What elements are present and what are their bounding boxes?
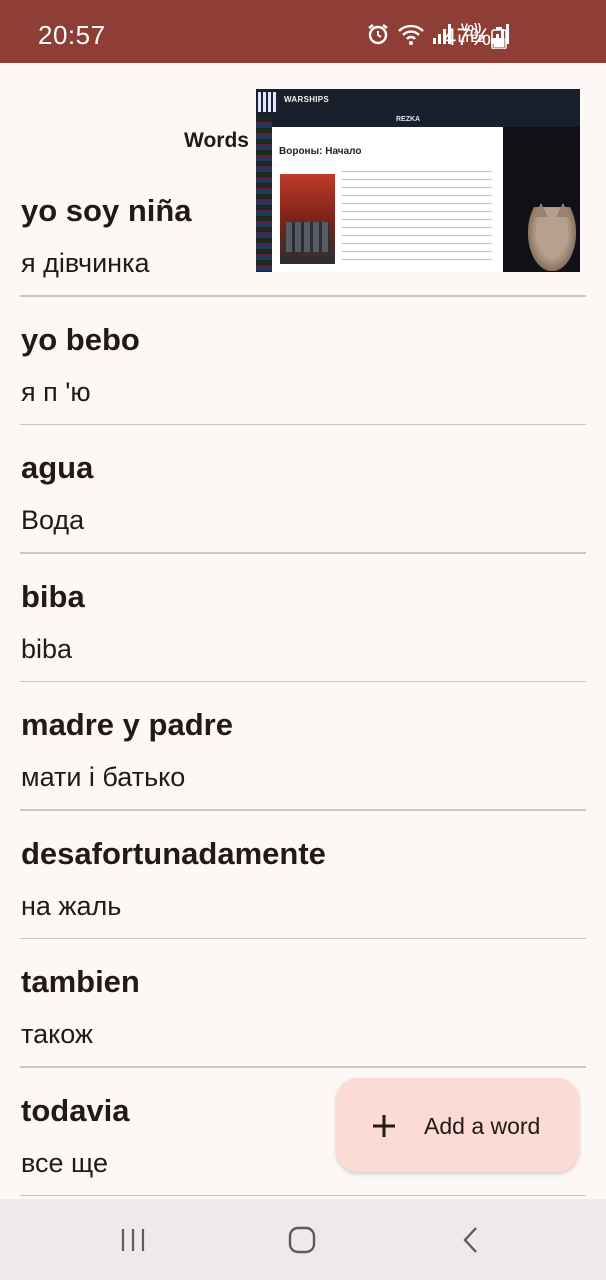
word-translation: на жаль: [21, 890, 122, 921]
word-term: desafortunadamente: [21, 835, 326, 871]
list-item[interactable]: yo bebo я п 'ю: [0, 297, 606, 425]
word-list: yo soy niña я дівчинка yo bebo я п 'ю ag…: [0, 168, 606, 1196]
word-translation: мати і батько: [21, 762, 186, 792]
alarm-icon: [368, 24, 388, 45]
home-icon[interactable]: [287, 1226, 317, 1254]
word-term: todavia: [21, 1092, 130, 1128]
thumbnail-page-title: Вороны: Начало: [279, 146, 362, 157]
word-translation: biba: [21, 633, 73, 664]
list-item[interactable]: agua Вода: [0, 425, 606, 554]
list-item[interactable]: madre y padre мати і батько: [0, 682, 606, 811]
page-title: Words: [184, 129, 249, 152]
word-term: biba: [21, 578, 85, 614]
word-translation: все ще: [21, 1147, 108, 1178]
thumbnail-brand: WARSHIPS: [284, 95, 330, 104]
word-translation: я п 'ю: [21, 376, 91, 407]
word-term: tambien: [21, 964, 140, 999]
battery-icon: [491, 27, 507, 49]
word-term: yo soy niña: [21, 193, 192, 228]
word-term: yo bebo: [21, 321, 140, 357]
status-time: 20:57: [38, 20, 106, 50]
list-item[interactable]: desafortunadamente на жаль: [0, 811, 606, 939]
divider: [20, 1194, 586, 1196]
thumbnail-site-logo: REZKA: [396, 116, 421, 123]
word-translation: Вода: [21, 505, 85, 535]
add-word-label: Add a word: [424, 1113, 541, 1139]
word-translation: також: [21, 1019, 93, 1049]
thumbnail-nav: [272, 117, 580, 127]
list-item[interactable]: yo soy niña я дівчинка: [0, 168, 606, 297]
back-icon[interactable]: [460, 1226, 482, 1254]
wifi-icon: [398, 24, 424, 45]
system-navigation-bar: [0, 1199, 606, 1280]
word-translation: я дівчинка: [21, 248, 150, 278]
list-item[interactable]: tambien також: [0, 939, 606, 1068]
list-item[interactable]: biba biba: [0, 554, 606, 682]
status-bar: 20:57 Vo)) LTE2 47%: [0, 0, 606, 63]
battery-percentage: 47%: [443, 24, 492, 51]
word-term: agua: [21, 450, 94, 485]
recent-apps-icon[interactable]: [119, 1226, 147, 1254]
add-word-button[interactable]: Add a word: [336, 1078, 579, 1172]
qr-code-image: [258, 92, 278, 112]
word-term: madre y padre: [21, 707, 233, 742]
plus-icon: [373, 1115, 395, 1137]
